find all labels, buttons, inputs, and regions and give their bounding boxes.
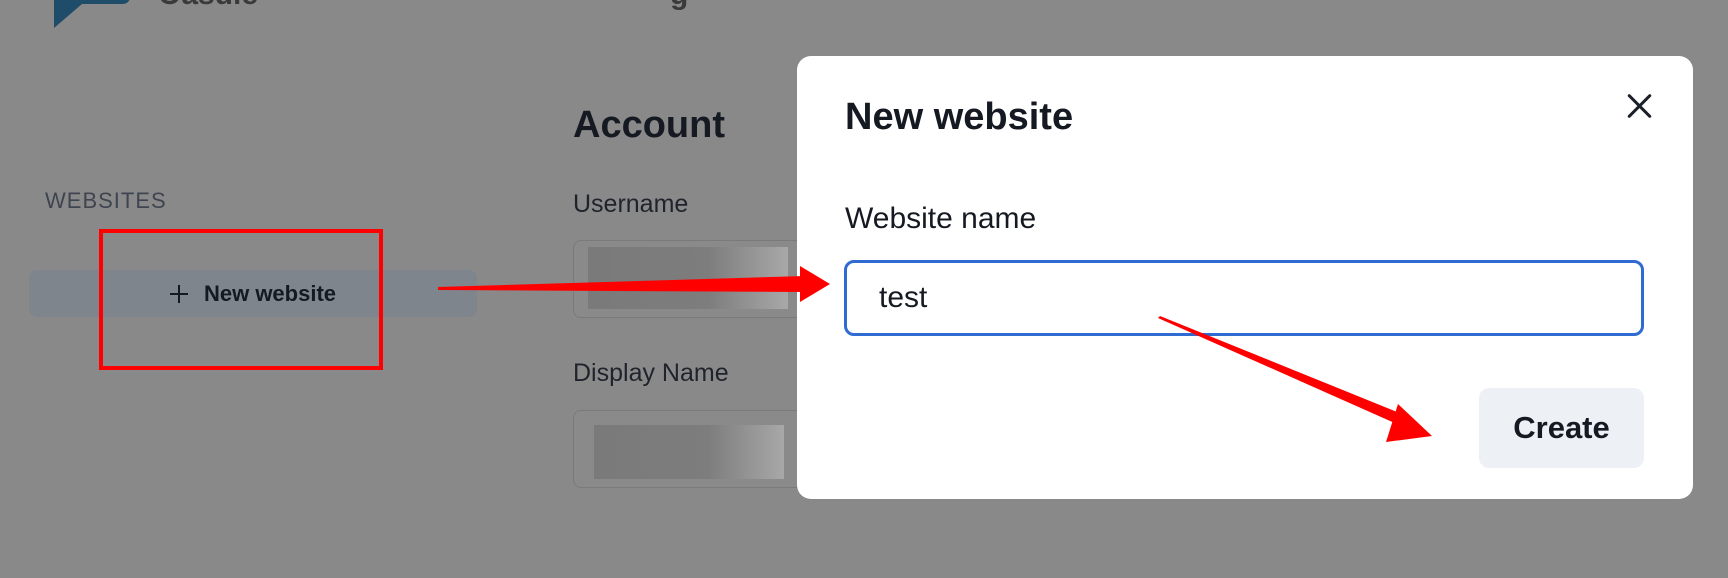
account-title: Account [573,104,725,146]
logo-icon [54,0,130,28]
page-heading-partial: g [670,0,688,12]
new-website-dialog: New website Website name Create [797,56,1693,499]
close-icon [1625,92,1653,120]
website-name-input[interactable] [844,260,1644,336]
display-name-label: Display Name [573,359,729,387]
username-field[interactable] [573,240,805,318]
dialog-title: New website [845,96,1074,138]
redacted-display-name [594,425,784,479]
create-button[interactable]: Create [1479,388,1644,468]
redacted-username [588,247,788,309]
sidebar-heading: WEBSITES [45,188,167,213]
brand-name: Oasdie [158,0,258,12]
display-name-field[interactable] [573,410,805,488]
username-label: Username [573,190,689,218]
close-button[interactable] [1619,86,1659,126]
annotation-highlight-box [99,229,383,370]
website-name-label: Website name [845,202,1037,235]
